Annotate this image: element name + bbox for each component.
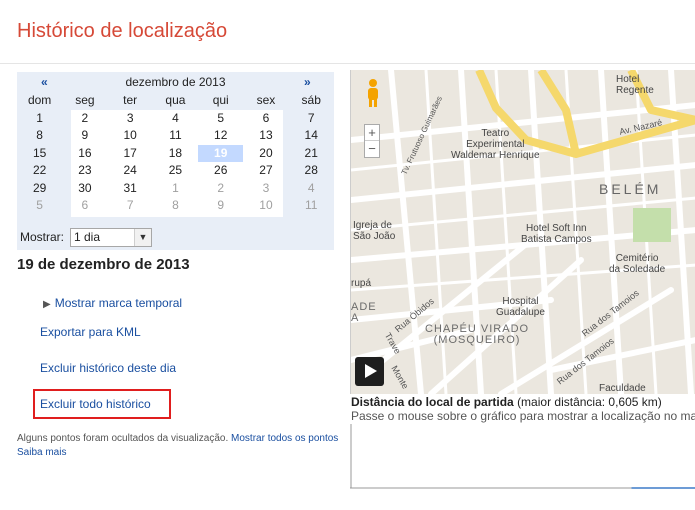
- chart-title: Distância do local de partida (maior dis…: [351, 395, 662, 409]
- page-title: Histórico de localização: [17, 20, 228, 42]
- play-icon[interactable]: [355, 357, 384, 386]
- calendar-day[interactable]: 9: [62, 127, 107, 145]
- chart-subtitle: Passe o mouse sobre o gráfico para mostr…: [351, 409, 695, 423]
- calendar-day[interactable]: 26: [198, 162, 243, 180]
- map[interactable]: + − Hotel Regente Teatro Experimental Wa…: [350, 70, 695, 394]
- map-label-teatro: Teatro Experimental Waldemar Henrique: [451, 128, 540, 161]
- map-label-igreja: Igreja de São João: [353, 220, 396, 242]
- triangle-right-icon: ▶: [43, 299, 51, 310]
- calendar-week-row: 15 16 17 18 19 20 21: [17, 144, 334, 163]
- calendar-week-row: 1234567: [17, 110, 334, 128]
- show-range-row: Mostrar: 1 dia ▼: [17, 226, 334, 250]
- calendar-day[interactable]: 25: [153, 162, 198, 180]
- park-area: [633, 208, 671, 242]
- hidden-points-note: Alguns pontos foram ocultados da visuali…: [17, 432, 342, 460]
- show-all-points-link[interactable]: Mostrar todos os pontos: [231, 433, 338, 444]
- show-timestamps-row[interactable]: ▶ Mostrar marca temporal: [43, 296, 182, 310]
- zoom-out-button[interactable]: −: [365, 141, 379, 157]
- calendar-day[interactable]: 8: [153, 197, 198, 215]
- distance-chart-svg[interactable]: 02:0004:00: [350, 424, 695, 510]
- calendar-day[interactable]: 24: [108, 162, 153, 180]
- calendar-month-label: dezembro de 2013: [125, 75, 226, 89]
- calendar-day[interactable]: 12: [198, 127, 243, 145]
- calendar-day[interactable]: 10: [108, 127, 153, 145]
- calendar-day[interactable]: 10: [243, 197, 288, 215]
- calendar-day[interactable]: 7: [108, 197, 153, 215]
- show-range-label: Mostrar:: [20, 230, 65, 244]
- calendar-day[interactable]: 23: [62, 162, 107, 180]
- map-label-cemiterio: Cemitério da Soledade: [609, 253, 666, 275]
- map-label-chapeu-virado: CHAPÉU VIRADO (MOSQUEIRO): [425, 323, 530, 346]
- chart-title-suffix: (maior distância: 0,605 km): [517, 395, 662, 409]
- calendar-day[interactable]: 5: [198, 110, 243, 128]
- map-label-ade: ADE A: [351, 301, 377, 324]
- calendar-day[interactable]: 14: [289, 127, 334, 145]
- calendar-day[interactable]: 5: [17, 197, 62, 215]
- calendar-day[interactable]: 8: [17, 127, 62, 145]
- delete-day-history-link[interactable]: Excluir histórico deste dia: [40, 361, 176, 375]
- calendar-day[interactable]: 17: [108, 145, 153, 163]
- calendar-day[interactable]: 3: [108, 110, 153, 128]
- calendar: « dezembro de 2013 » dom seg ter qua qui sex s…: [17, 72, 334, 250]
- calendar-day[interactable]: 3: [243, 180, 288, 198]
- title-divider: [0, 63, 695, 64]
- selected-date-heading: 19 de dezembro de 2013: [17, 256, 190, 273]
- calendar-day[interactable]: 16: [62, 145, 107, 163]
- chart-title-main: Distância do local de partida: [351, 395, 514, 409]
- calendar-week-row: 5 6 7 8 9 10 11: [17, 197, 334, 215]
- calendar-day[interactable]: 28: [289, 162, 334, 180]
- calendar-week-row: 22 23 24 25 26 27 28: [17, 162, 334, 180]
- map-label-belem: BELÉM: [599, 181, 662, 197]
- pegman-icon[interactable]: [366, 78, 380, 108]
- delete-all-history-link[interactable]: Excluir todo histórico: [40, 397, 151, 411]
- calendar-day[interactable]: 15: [17, 145, 62, 163]
- hidden-points-text: Alguns pontos foram ocultados da visuali…: [17, 433, 229, 444]
- distance-chart[interactable]: 02:0004:00: [350, 424, 695, 510]
- map-label-rupa: rupá: [351, 278, 372, 289]
- chevron-down-icon: ▼: [134, 229, 151, 246]
- show-range-select[interactable]: 1 dia ▼: [70, 228, 152, 247]
- calendar-day[interactable]: 11: [153, 127, 198, 145]
- calendar-day[interactable]: 13: [243, 127, 288, 145]
- calendar-day[interactable]: 4: [289, 180, 334, 198]
- export-kml-link[interactable]: Exportar para KML: [40, 325, 141, 339]
- show-range-value: 1 dia: [74, 230, 101, 244]
- calendar-day[interactable]: 27: [243, 162, 288, 180]
- map-zoom-control: + −: [364, 124, 380, 158]
- calendar-day[interactable]: 6: [62, 197, 107, 215]
- calendar-day[interactable]: 30: [62, 180, 107, 198]
- calendar-day-selected[interactable]: 19: [198, 144, 244, 162]
- chart-area[interactable]: [631, 473, 695, 488]
- calendar-day[interactable]: 4: [153, 110, 198, 128]
- show-timestamps-link[interactable]: Mostrar marca temporal: [55, 296, 182, 310]
- calendar-day[interactable]: 2: [62, 110, 107, 128]
- calendar-day[interactable]: 6: [243, 110, 288, 128]
- chart-series-line[interactable]: [631, 473, 695, 489]
- calendar-day[interactable]: 7: [289, 110, 334, 128]
- map-label-hotel-soft: Hotel Soft Inn Batista Campos: [521, 223, 592, 245]
- calendar-day[interactable]: 21: [289, 145, 334, 163]
- calendar-day[interactable]: 9: [198, 197, 243, 215]
- map-label-faculdade: Faculdade: [599, 383, 646, 394]
- calendar-day[interactable]: 2: [198, 180, 243, 198]
- map-label-hotel-regente: Hotel Regente: [616, 74, 654, 96]
- calendar-days: 1 2 3 4 5 6 7 8 9 10 11 12 13 14 15 16 17 18 19 20 21 22 23 24 2…: [17, 92, 334, 215]
- calendar-day[interactable]: 31: [108, 180, 153, 198]
- calendar-day[interactable]: 11: [289, 197, 334, 215]
- map-label-hospital: Hospital Guadalupe: [496, 296, 545, 318]
- calendar-week-row: 8 9 10 11 12 13 14: [17, 127, 334, 145]
- calendar-day[interactable]: 29: [17, 180, 62, 198]
- calendar-day[interactable]: 20: [243, 145, 288, 163]
- calendar-day[interactable]: 22: [17, 162, 62, 180]
- calendar-week-row: 29 30 31 1 2 3 4: [17, 180, 334, 198]
- learn-more-link[interactable]: Saiba mais: [17, 447, 66, 458]
- calendar-next-month-button[interactable]: »: [304, 75, 311, 89]
- calendar-day[interactable]: 1: [153, 180, 198, 198]
- calendar-day[interactable]: 18: [153, 145, 198, 163]
- zoom-in-button[interactable]: +: [365, 125, 379, 141]
- calendar-day[interactable]: 1: [17, 110, 62, 128]
